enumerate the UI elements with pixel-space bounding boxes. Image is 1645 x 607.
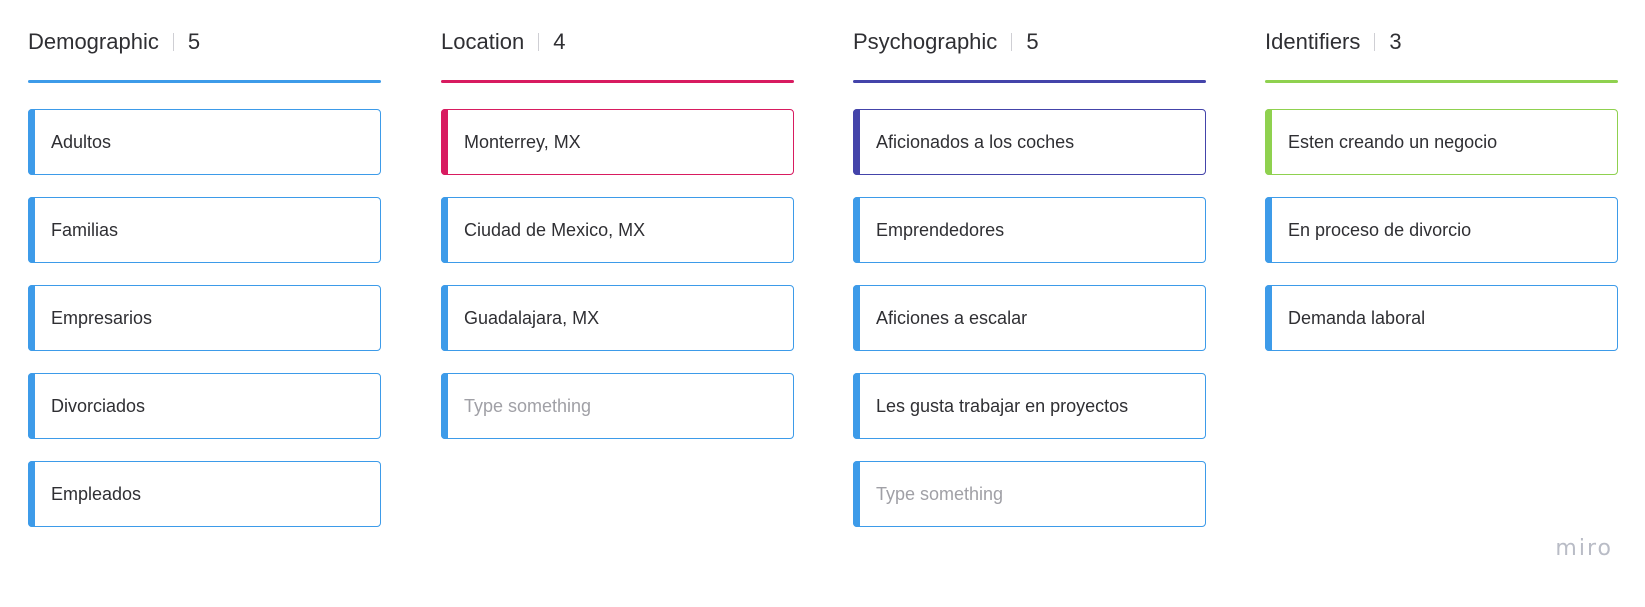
column-title: Identifiers <box>1265 29 1361 54</box>
card-text: Esten creando un negocio <box>1288 131 1498 152</box>
column-count: 5 <box>187 29 201 54</box>
column-underline <box>1265 80 1618 83</box>
card-color-bar <box>1265 109 1272 175</box>
new-card-input[interactable]: Type something <box>853 461 1206 527</box>
card-color-bar <box>853 461 860 527</box>
column-location: Location 4 Monterrey, MX Ciudad de Mexic… <box>441 26 794 439</box>
card-text: Monterrey, MX <box>464 131 581 152</box>
card[interactable]: Monterrey, MX <box>441 109 794 175</box>
header-divider <box>538 33 540 51</box>
card-color-bar <box>28 373 35 439</box>
card-color-bar <box>853 373 860 439</box>
column-identifiers: Identifiers 3 Esten creando un negocio E… <box>1265 26 1618 351</box>
header-divider <box>1011 33 1013 51</box>
card-list: Esten creando un negocio En proceso de d… <box>1265 109 1618 373</box>
card-color-bar <box>853 285 860 351</box>
column-header[interactable]: Location 4 <box>441 26 794 58</box>
column-count: 3 <box>1389 29 1402 54</box>
miro-logo: miro <box>1555 536 1613 561</box>
card-text: Empleados <box>51 483 142 504</box>
card[interactable]: Aficiones a escalar <box>853 285 1206 351</box>
new-card-input[interactable]: Type something <box>441 373 794 439</box>
card-text: Aficiones a escalar <box>876 307 1028 328</box>
card[interactable]: Empleados <box>28 461 381 527</box>
card-placeholder: Type something <box>464 395 592 416</box>
column-title: Demographic <box>28 29 159 54</box>
column-demographic: Demographic 5 Adultos Familias Empresari… <box>28 26 381 527</box>
card-text: Ciudad de Mexico, MX <box>464 219 646 240</box>
card[interactable]: Les gusta trabajar en proyectos <box>853 373 1206 439</box>
card[interactable]: Emprendedores <box>853 197 1206 263</box>
card-color-bar <box>1265 285 1272 351</box>
column-count: 5 <box>1026 29 1039 54</box>
card-color-bar <box>853 109 860 175</box>
card-text: Adultos <box>51 131 112 152</box>
card[interactable]: En proceso de divorcio <box>1265 197 1618 263</box>
column-title: Psychographic <box>853 29 998 54</box>
card[interactable]: Demanda laboral <box>1265 285 1618 351</box>
card-list: Adultos Familias Empresarios Divorciados… <box>28 109 381 549</box>
card[interactable]: Divorciados <box>28 373 381 439</box>
card-color-bar <box>441 109 448 175</box>
card-text: Guadalajara, MX <box>464 307 600 328</box>
card[interactable]: Familias <box>28 197 381 263</box>
card-text: Les gusta trabajar en proyectos <box>876 395 1129 416</box>
card-color-bar <box>28 197 35 263</box>
card-placeholder: Type something <box>876 483 1004 504</box>
card-color-bar <box>853 197 860 263</box>
column-header[interactable]: Identifiers 3 <box>1265 26 1618 58</box>
header-divider <box>1374 33 1376 51</box>
card-color-bar <box>28 109 35 175</box>
card-list: Aficionados a los coches Emprendedores A… <box>853 109 1206 549</box>
column-underline <box>853 80 1206 83</box>
header-divider <box>172 33 174 51</box>
card-text: En proceso de divorcio <box>1288 219 1472 240</box>
card-color-bar <box>441 373 448 439</box>
card-color-bar <box>441 285 448 351</box>
card[interactable]: Ciudad de Mexico, MX <box>441 197 794 263</box>
column-psychographic: Psychographic 5 Aficionados a los coches… <box>853 26 1206 527</box>
kanban-board: Demographic 5 Adultos Familias Empresari… <box>0 0 1645 607</box>
card-text: Familias <box>51 219 119 240</box>
card[interactable]: Guadalajara, MX <box>441 285 794 351</box>
card-color-bar <box>28 285 35 351</box>
card[interactable]: Empresarios <box>28 285 381 351</box>
card-text: Divorciados <box>51 395 146 416</box>
card-text: Emprendedores <box>876 219 1005 240</box>
column-header[interactable]: Psychographic 5 <box>853 26 1206 58</box>
column-title: Location <box>441 29 525 54</box>
card-list: Monterrey, MX Ciudad de Mexico, MX Guada… <box>441 109 794 461</box>
card-text: Demanda laboral <box>1288 307 1426 328</box>
column-header[interactable]: Demographic 5 <box>28 26 381 58</box>
column-underline <box>28 80 381 83</box>
column-count: 4 <box>553 29 566 54</box>
card[interactable]: Aficionados a los coches <box>853 109 1206 175</box>
card-text: Aficionados a los coches <box>876 131 1075 152</box>
card-color-bar <box>441 197 448 263</box>
card-color-bar <box>1265 197 1272 263</box>
card[interactable]: Esten creando un negocio <box>1265 109 1618 175</box>
card[interactable]: Adultos <box>28 109 381 175</box>
card-text: Empresarios <box>51 307 153 328</box>
card-color-bar <box>28 461 35 527</box>
column-underline <box>441 80 794 83</box>
